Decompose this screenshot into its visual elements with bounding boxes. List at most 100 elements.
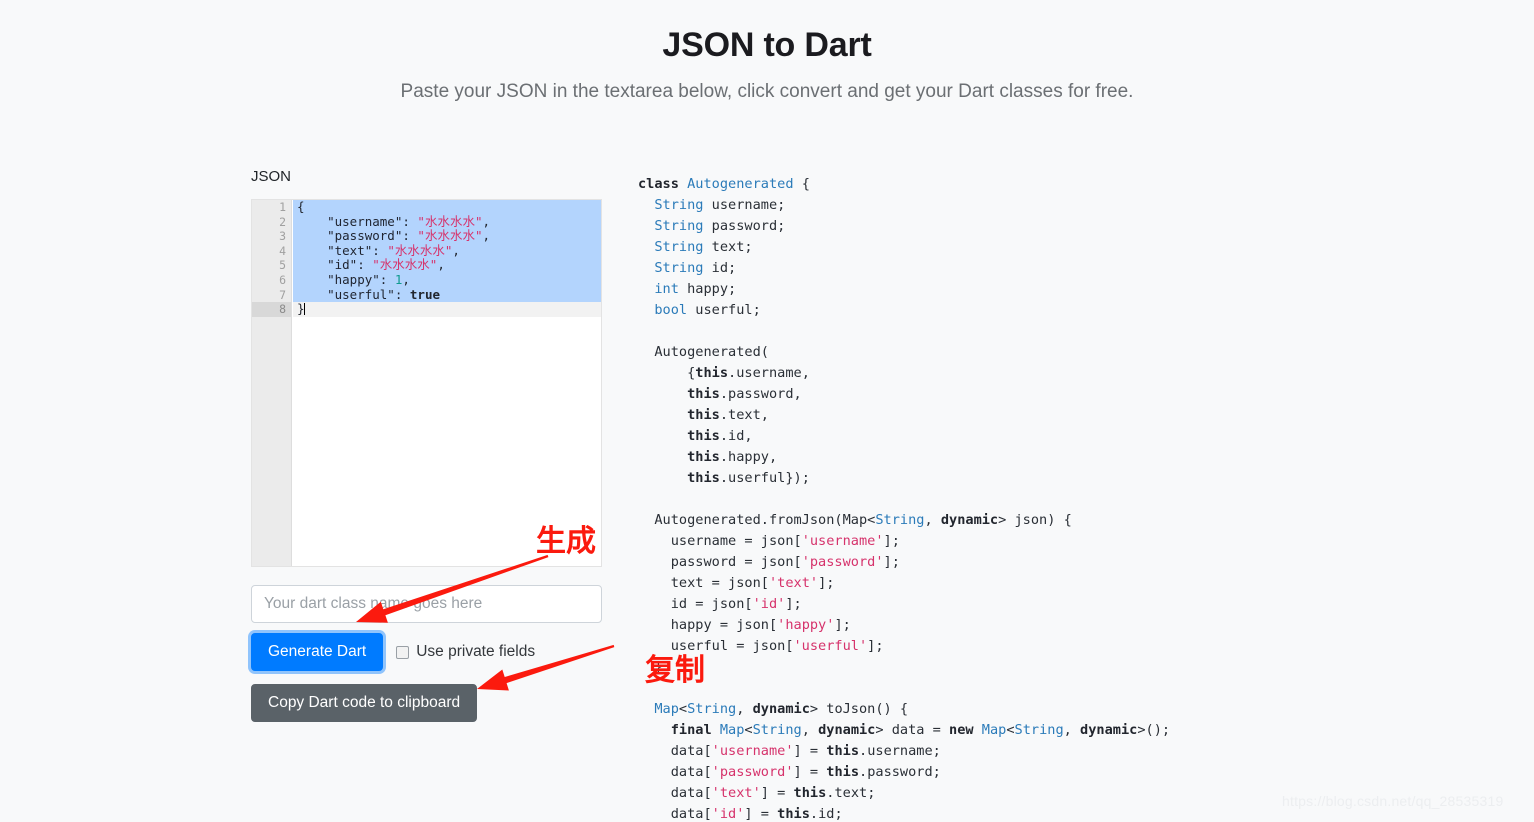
dart-code-line: String id; [638, 258, 1498, 279]
json-code-line: "userful": true [293, 286, 601, 303]
dart-token: dynamic [752, 701, 810, 717]
page-header: JSON to Dart Paste your JSON in the text… [0, 0, 1534, 103]
json-to-dart-page: JSON to Dart Paste your JSON in the text… [0, 0, 1534, 822]
dart-token: Map [719, 722, 745, 738]
private-fields-control[interactable]: Use private fields [396, 643, 535, 661]
dart-code-line: data['username'] = this.username; [638, 741, 1498, 762]
dart-token: this [687, 386, 720, 402]
json-token: "userful": [297, 286, 410, 302]
json-token: , [402, 271, 410, 287]
dart-token: .username; [859, 743, 941, 759]
dart-code-line: {this.username, [638, 363, 1498, 384]
dart-token: happy; [678, 281, 737, 297]
dart-token: >(); [1137, 722, 1171, 738]
dart-token: String [687, 701, 737, 717]
dart-token: id; [703, 260, 737, 276]
dart-token: happy = json[ [638, 617, 778, 633]
dart-token: this [687, 428, 720, 444]
editor-line-number: 6 [279, 272, 286, 287]
dart-code-line: } [638, 657, 1498, 678]
json-code-line: "username": "水水水水", [293, 213, 601, 230]
copy-dart-code-button[interactable]: Copy Dart code to clipboard [251, 684, 478, 722]
json-section-label: JSON [251, 168, 292, 185]
dart-token: username = json[ [638, 533, 802, 549]
json-token: "happy": [297, 271, 395, 287]
dart-token: 'password' [801, 554, 884, 570]
dart-token: < [678, 701, 688, 717]
editor-line-number: 3 [279, 229, 286, 244]
editor-line-number: 8 [252, 302, 291, 317]
dart-token: text; [703, 239, 753, 255]
dart-token: this [826, 743, 860, 759]
dart-token: ]; [834, 617, 851, 633]
dart-code-line [638, 678, 1498, 699]
json-code-line: "password": "水水水水", [293, 228, 601, 244]
dart-token: > toJson() { [809, 701, 909, 717]
dart-token: , [924, 512, 941, 528]
json-token: "password": [297, 228, 418, 244]
dart-token: new [949, 722, 982, 738]
json-token: "username": [297, 213, 418, 229]
dart-token: this [695, 365, 729, 381]
dart-token: String [1014, 722, 1064, 738]
dart-code-line [638, 489, 1498, 510]
dart-code-line: this.userful}); [638, 468, 1498, 489]
dart-token: .userful}); [719, 470, 810, 486]
dart-token: dynamic [818, 722, 876, 738]
dart-token: .happy, [719, 449, 778, 465]
dart-token: .id, [719, 428, 753, 444]
json-token: true [409, 286, 440, 302]
json-token: "水水水水" [387, 242, 453, 258]
json-editor[interactable]: 1▾2345678 { "username": "水水水水", "passwor… [251, 199, 602, 567]
dart-token: ] = [793, 743, 827, 759]
dart-token: text = json[ [638, 575, 769, 591]
annotation-copy-label: 复制 [645, 653, 705, 688]
generate-dart-button[interactable]: Generate Dart [251, 633, 384, 671]
dart-token: ] = [760, 785, 794, 801]
class-name-input[interactable] [251, 585, 602, 623]
dart-token [638, 386, 687, 402]
dart-token: data[ [638, 764, 712, 780]
dart-token: id = json[ [638, 596, 753, 612]
dart-token: String [752, 722, 802, 738]
json-token: , [482, 228, 491, 244]
dart-code-line: class Autogenerated { [638, 174, 1498, 195]
dart-token: > data = [875, 722, 950, 738]
dart-token: ]; [883, 554, 900, 570]
dart-token: ] = [744, 806, 778, 822]
dart-token [638, 428, 687, 444]
dart-token: String [875, 512, 925, 528]
dart-code-line: bool userful; [638, 300, 1498, 321]
dart-code-line: Autogenerated.fromJson(Map<String, dynam… [638, 510, 1498, 531]
json-token: "text": [297, 242, 388, 258]
dart-token: bool [638, 302, 688, 318]
dart-output-code[interactable]: class Autogenerated { String username; S… [638, 174, 1498, 822]
dart-token: this [687, 449, 720, 465]
dart-code-line: Autogenerated( [638, 342, 1498, 363]
dart-token: 'id' [711, 806, 745, 822]
dart-code-line: this.id, [638, 426, 1498, 447]
dart-token: 'text' [768, 575, 819, 591]
dart-token: , [736, 701, 753, 717]
dart-token: this [687, 470, 720, 486]
json-code-line: } [293, 301, 601, 317]
dart-token: String [638, 218, 704, 234]
dart-token [638, 407, 687, 423]
dart-token: .id; [809, 806, 843, 822]
use-private-fields-checkbox[interactable] [396, 645, 410, 659]
dart-token: data[ [638, 806, 712, 822]
dart-token: < [744, 722, 753, 738]
dart-token: ]; [867, 638, 884, 654]
dart-token: int [638, 281, 679, 297]
json-editor-content[interactable]: { "username": "水水水水", "password": "水水水水"… [293, 200, 601, 566]
dart-code-line: username = json['username']; [638, 531, 1498, 552]
dart-token: Map [638, 701, 679, 717]
dart-token: .text; [826, 785, 876, 801]
dart-code-line: String username; [638, 195, 1498, 216]
dart-code-line: data['password'] = this.password; [638, 762, 1498, 783]
json-code-line: "id": "水水水水", [293, 258, 601, 273]
dart-token: { [793, 176, 810, 192]
dart-token: String [638, 239, 704, 255]
dart-code-line: text = json['text']; [638, 573, 1498, 594]
dart-code-line: String password; [638, 216, 1498, 237]
